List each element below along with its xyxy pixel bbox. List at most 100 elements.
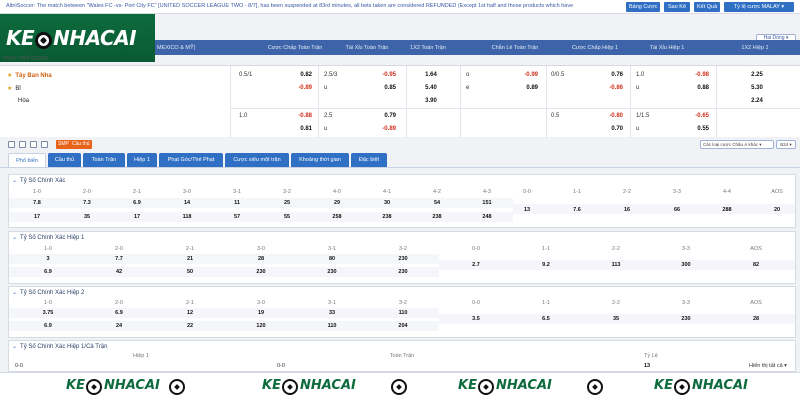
favorite-star-icon[interactable]: ★ bbox=[7, 73, 12, 79]
score-odds[interactable]: 13 bbox=[515, 207, 539, 213]
hdp-away-odds[interactable]: 0.81 bbox=[290, 126, 312, 132]
tab-corners-cards[interactable]: Phạt Góc/Thẻ Phạt bbox=[159, 153, 223, 167]
score-odds[interactable]: 14 bbox=[175, 200, 199, 206]
market-count-select[interactable]: B24 ▾ bbox=[776, 140, 796, 149]
section-title[interactable]: ⌄ Tỷ Số Chính Xác bbox=[12, 177, 65, 184]
info-icon[interactable] bbox=[30, 141, 37, 148]
tab-popular[interactable]: Phổ biến bbox=[8, 153, 46, 167]
chevron-down-icon[interactable]: ⌄ bbox=[12, 235, 17, 241]
score-odds[interactable]: 35 bbox=[75, 214, 99, 220]
h1-ou-under-odds[interactable]: 0.88 bbox=[687, 85, 709, 91]
ou-over-odds[interactable]: 0.79 bbox=[374, 113, 396, 119]
chevron-down-icon[interactable]: ⌄ bbox=[12, 290, 17, 296]
ou-over-odds[interactable]: -0.95 bbox=[374, 72, 396, 78]
h1-hdp-home-odds[interactable]: -0.80 bbox=[601, 113, 623, 119]
score-odds[interactable]: 7.8 bbox=[25, 200, 49, 206]
score-odds[interactable]: 29 bbox=[325, 200, 349, 206]
tab-time-period[interactable]: Khoảng thời gian bbox=[291, 153, 349, 167]
score-odds[interactable]: 16 bbox=[615, 207, 639, 213]
score-odds[interactable]: 113 bbox=[604, 262, 628, 268]
stats-icon[interactable] bbox=[19, 141, 26, 148]
score-odds[interactable]: 33 bbox=[320, 310, 344, 316]
score-odds[interactable]: 22 bbox=[178, 323, 202, 329]
score-odds[interactable]: 230 bbox=[320, 269, 344, 275]
score-odds[interactable]: 17 bbox=[125, 214, 149, 220]
score-odds[interactable]: 7.7 bbox=[107, 256, 131, 262]
section-title[interactable]: ⌄ Tỷ Số Chính Xác Hiệp 1 bbox=[12, 234, 84, 241]
score-odds[interactable]: 6.5 bbox=[534, 316, 558, 322]
score-odds[interactable]: 3.75 bbox=[36, 310, 60, 316]
score-odds[interactable]: 28 bbox=[744, 316, 768, 322]
score-odds[interactable]: 42 bbox=[107, 269, 131, 275]
statement-button[interactable]: Sao Kê bbox=[664, 2, 690, 12]
ou-under-odds[interactable]: 0.85 bbox=[374, 85, 396, 91]
score-odds[interactable]: 288 bbox=[715, 207, 739, 213]
score-odds[interactable]: 151 bbox=[475, 200, 499, 206]
score-odds[interactable]: 21 bbox=[178, 256, 202, 262]
score-odds[interactable]: 3.5 bbox=[464, 316, 488, 322]
score-odds[interactable]: 120 bbox=[249, 323, 273, 329]
score-odds[interactable]: 230 bbox=[249, 269, 273, 275]
ht-ft-odds[interactable]: 13 bbox=[637, 363, 657, 369]
odds-button[interactable]: Bảng Cược bbox=[626, 2, 660, 12]
h1-x12-home-odds[interactable]: 2.25 bbox=[742, 72, 772, 78]
score-odds[interactable]: 12 bbox=[178, 310, 202, 316]
hdp-away-odds[interactable]: -0.89 bbox=[290, 85, 312, 91]
tab-super-match[interactable]: Cược siêu một trận bbox=[225, 153, 289, 167]
section-title[interactable]: ⌄ Tỷ Số Chính Xác Hiệp 2 bbox=[12, 289, 84, 296]
h1-ou-under-odds[interactable]: 0.55 bbox=[687, 126, 709, 132]
section-title[interactable]: ⌄ Tỷ Số Chính Xác Hiệp 1/Cả Trận bbox=[12, 343, 107, 350]
score-odds[interactable]: 24 bbox=[107, 323, 131, 329]
score-odds[interactable]: 110 bbox=[391, 310, 415, 316]
score-odds[interactable]: 11 bbox=[225, 200, 249, 206]
favorite-star-icon[interactable]: ★ bbox=[7, 86, 12, 92]
score-odds[interactable]: 110 bbox=[320, 323, 344, 329]
score-odds[interactable]: 238 bbox=[375, 214, 399, 220]
score-odds[interactable]: 204 bbox=[391, 323, 415, 329]
score-odds[interactable]: 6.9 bbox=[36, 269, 60, 275]
ou-under-odds[interactable]: -0.89 bbox=[374, 126, 396, 132]
h1-hdp-away-odds[interactable]: 0.70 bbox=[601, 126, 623, 132]
h1-ou-over-odds[interactable]: -0.98 bbox=[687, 72, 709, 78]
x12-draw-odds[interactable]: 3.90 bbox=[416, 98, 446, 104]
score-odds[interactable]: 30 bbox=[375, 200, 399, 206]
score-odds[interactable]: 238 bbox=[425, 214, 449, 220]
score-odds[interactable]: 25 bbox=[275, 200, 299, 206]
score-odds[interactable]: 57 bbox=[225, 214, 249, 220]
chevron-down-icon[interactable]: ⌄ bbox=[12, 178, 17, 184]
score-odds[interactable]: 7.3 bbox=[75, 200, 99, 206]
h1-x12-away-odds[interactable]: 5.30 bbox=[742, 85, 772, 91]
odds-type-select[interactable]: Tỷ lệ cược MALAY ▾ bbox=[724, 2, 794, 12]
score-odds[interactable]: 82 bbox=[744, 262, 768, 268]
score-odds[interactable]: 248 bbox=[475, 214, 499, 220]
collapse-icon[interactable] bbox=[8, 141, 15, 148]
h1-x12-draw-odds[interactable]: 2.24 bbox=[742, 98, 772, 104]
score-odds[interactable]: 20 bbox=[765, 207, 789, 213]
score-odds[interactable]: 6.9 bbox=[107, 310, 131, 316]
away-team[interactable]: ★ Bỉ bbox=[7, 85, 21, 92]
x12-home-odds[interactable]: 1.64 bbox=[416, 72, 446, 78]
oe-even-odds[interactable]: 0.89 bbox=[516, 85, 538, 91]
hdp-home-odds[interactable]: 0.82 bbox=[290, 72, 312, 78]
player-badge[interactable]: Cầu thủ bbox=[70, 140, 92, 149]
score-odds[interactable]: 55 bbox=[275, 214, 299, 220]
score-odds[interactable]: 6.9 bbox=[125, 200, 149, 206]
results-button[interactable]: Kết Quả bbox=[694, 2, 720, 12]
h1-hdp-home-odds[interactable]: 0.76 bbox=[601, 72, 623, 78]
score-odds[interactable]: 17 bbox=[25, 214, 49, 220]
score-odds[interactable]: 6.9 bbox=[36, 323, 60, 329]
score-odds[interactable]: 19 bbox=[249, 310, 273, 316]
chevron-down-icon[interactable]: ⌄ bbox=[12, 344, 17, 350]
score-odds[interactable]: 66 bbox=[665, 207, 689, 213]
score-odds[interactable]: 7.6 bbox=[565, 207, 589, 213]
h1-hdp-away-odds[interactable]: -0.86 bbox=[601, 85, 623, 91]
home-team[interactable]: ★ Tây Ban Nha bbox=[7, 72, 52, 79]
score-odds[interactable]: 118 bbox=[175, 214, 199, 220]
hdp-home-odds[interactable]: -0.88 bbox=[290, 113, 312, 119]
score-odds[interactable]: 230 bbox=[674, 316, 698, 322]
tab-players[interactable]: Cầu thủ bbox=[48, 153, 81, 167]
site-logo[interactable]: KE NHACAI bbox=[0, 14, 155, 62]
score-odds[interactable]: 28 bbox=[249, 256, 273, 262]
tab-first-half[interactable]: Hiệp 1 bbox=[127, 153, 157, 167]
score-odds[interactable]: 3 bbox=[36, 256, 60, 262]
